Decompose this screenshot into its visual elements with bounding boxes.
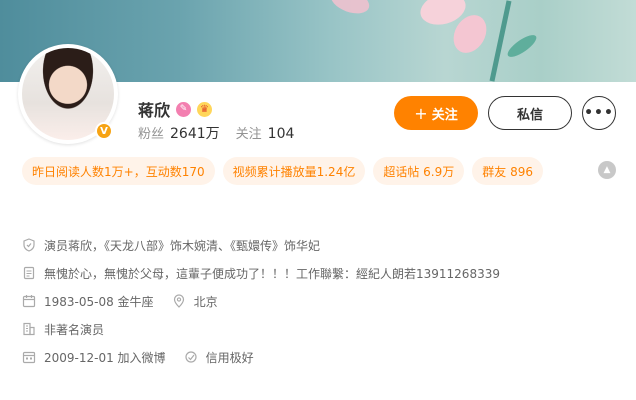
cover-flower [327,0,373,19]
crown-icon[interactable]: ♛ [197,101,213,117]
plus-icon: + [414,103,428,123]
verified-badge-icon: V [95,122,113,140]
location-text: 北京 [193,294,218,309]
cover-leaf [504,31,540,61]
message-button[interactable]: 私信 [488,96,572,130]
join-calendar-icon [22,350,36,364]
profile-name: 蒋欣 [138,101,171,120]
info-career-row: 非著名演员 [22,320,612,338]
collapse-chevron-up-icon[interactable]: ▲ [598,161,616,179]
bio-document-icon [22,266,36,280]
tag-group-members[interactable]: 群友 896 [472,157,543,185]
info-verification-row: 演员蒋欣，《天龙八部》饰木婉清、《甄嬛传》饰华妃 [22,236,612,254]
career-building-icon [22,322,36,336]
pink-level-icon[interactable]: ✎ [176,101,192,117]
joined-text: 2009-12-01 加入微博 [44,350,166,365]
following-count[interactable]: 104 [268,126,295,142]
fans-label[interactable]: 粉丝 [138,123,164,142]
credit-text[interactable]: 信用极好 [206,349,254,366]
info-bio-row: 無愧於心，無愧於父母，這輩子便成功了！！！工作聯繫：經紀人朗若139112683… [22,264,612,282]
following-label[interactable]: 关注 [236,123,262,142]
credit-icon [184,350,198,364]
verification-text: 演员蒋欣，《天龙八部》饰木婉清、《甄嬛传》饰华妃 [44,238,321,253]
stat-tags: 昨日阅读人数1万+，互动数170 视频累计播放量1.24亿 超话帖 6.9万 群… [22,157,582,185]
follow-button[interactable]: + 关注 [394,96,478,130]
info-birthday-location-row: 1983-05-08 金牛座 北京 [22,292,612,310]
verified-shield-icon [22,238,36,252]
cover-stem [489,0,512,82]
bio-text: 無愧於心，無愧於父母，這輩子便成功了！！！工作聯繫：經紀人朗若139112683… [44,266,500,281]
more-button[interactable]: ••• [582,96,616,130]
credit-item: 信用极好 [184,349,254,366]
fans-count[interactable]: 2641万 [170,123,220,143]
tag-video-views[interactable]: 视频累计播放量1.24亿 [222,157,366,185]
career-text: 非著名演员 [44,322,105,337]
location-item: 北京 [172,293,218,310]
joined-item: 2009-12-01 加入微博 [22,349,166,366]
info-joined-credit-row: 2009-12-01 加入微博 信用极好 [22,348,612,366]
tag-reads[interactable]: 昨日阅读人数1万+，互动数170 [22,157,215,185]
follow-label: 关注 [431,107,458,123]
location-pin-icon [172,294,186,308]
birthday-item: 1983-05-08 金牛座 [22,293,154,310]
profile-info: 演员蒋欣，《天龙八部》饰木婉清、《甄嬛传》饰华妃 無愧於心，無愧於父母，這輩子便… [22,236,612,376]
calendar-icon [22,294,36,308]
profile-stats: 粉丝 2641万 关注 104 [138,123,310,143]
name-row: 蒋欣 ✎ ♛ [138,97,213,121]
tag-super-topic[interactable]: 超话帖 6.9万 [373,157,465,185]
birthday-text: 1983-05-08 金牛座 [44,294,154,309]
